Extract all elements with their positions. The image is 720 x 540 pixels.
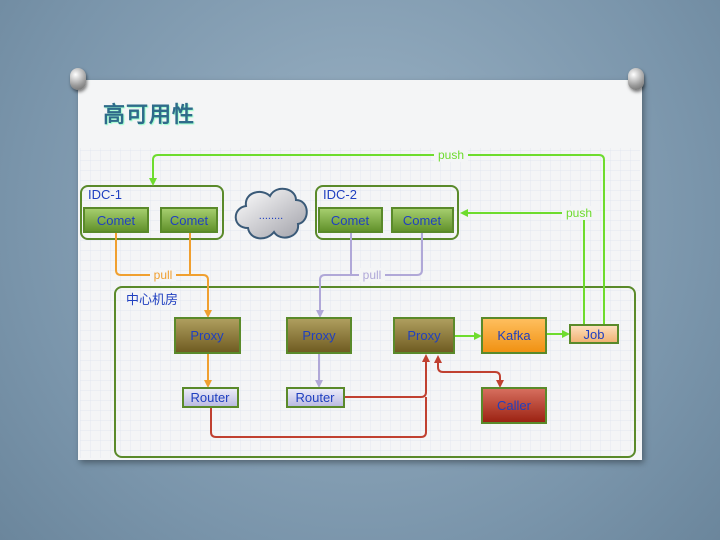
idc2-label: IDC-2 xyxy=(323,187,357,202)
diagram: IDC-1 IDC-2 中心机房 ........ pull pull push… xyxy=(80,148,640,458)
comet-label: Comet xyxy=(403,213,442,228)
push-label-top: push xyxy=(438,148,464,162)
proxy-label: Proxy xyxy=(302,328,336,343)
idc1-label: IDC-1 xyxy=(88,187,122,202)
pull-label-idc1: pull xyxy=(154,268,173,282)
caller-label: Caller xyxy=(497,398,532,413)
kafka-label: Kafka xyxy=(497,328,531,343)
router-label: Router xyxy=(190,390,230,405)
cloud-label: ........ xyxy=(259,210,283,222)
center-label: 中心机房 xyxy=(126,292,178,307)
push-label-side: push xyxy=(566,206,592,220)
comet-label: Comet xyxy=(331,213,370,228)
proxy-label: Proxy xyxy=(190,328,224,343)
proxy-label: Proxy xyxy=(407,328,441,343)
pull-label-idc2: pull xyxy=(363,268,382,282)
comet-label: Comet xyxy=(170,213,209,228)
comet-label: Comet xyxy=(97,213,136,228)
job-label: Job xyxy=(584,327,605,342)
router-label: Router xyxy=(295,390,335,405)
